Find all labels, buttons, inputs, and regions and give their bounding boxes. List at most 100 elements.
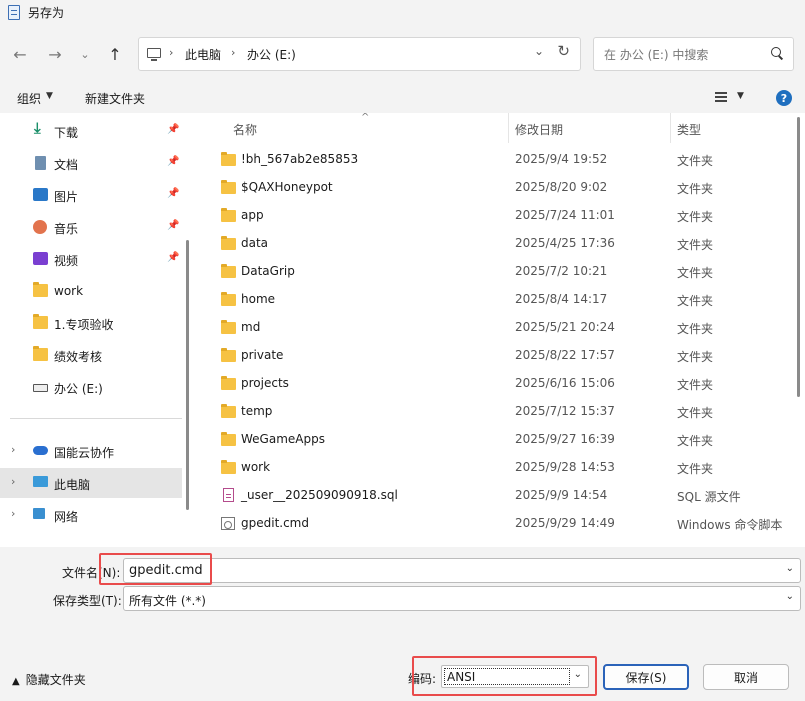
forward-arrow-icon[interactable]: → [42, 41, 68, 67]
sidebar-item-performance-review[interactable]: 绩效考核 [0, 340, 182, 370]
sort-ascending-icon: ^ [361, 113, 370, 123]
file-row[interactable]: _user__202509090918.sql 2025/9/9 14:54 S… [198, 482, 796, 510]
sql-file-icon [223, 488, 234, 502]
chevron-down-icon[interactable]: ⌄ [786, 591, 794, 602]
folder-icon [221, 208, 236, 222]
save-button[interactable]: 保存(S) [603, 664, 689, 690]
recent-locations-chevron-icon[interactable]: ⌄ [72, 41, 98, 67]
column-header-date[interactable]: 修改日期 [515, 121, 563, 138]
folder-icon [221, 152, 236, 166]
sidebar-item-videos[interactable]: 视频 📌 [0, 244, 182, 274]
file-type: Windows 命令脚本 [677, 518, 783, 532]
chevron-down-icon[interactable]: ⌄ [786, 563, 794, 574]
sidebar-tree-network[interactable]: › 网络 [0, 500, 182, 530]
caret-down-icon[interactable]: ▼ [46, 91, 53, 101]
sidebar-scrollbar[interactable] [186, 240, 189, 510]
sidebar-tree-this-pc[interactable]: › 此电脑 [0, 468, 182, 498]
sidebar-item-label: 1.专项验收 [54, 318, 114, 332]
folder-icon [221, 292, 236, 306]
file-type: 文件夹 [677, 434, 714, 448]
caret-down-icon[interactable]: ▼ [737, 91, 744, 101]
breadcrumb-drive-e[interactable]: 办公 (E:) [247, 46, 296, 63]
search-input[interactable]: 在 办公 (E:) 中搜索 [593, 37, 794, 71]
address-dropdown-chevron-icon[interactable]: ⌄ [534, 44, 544, 58]
pin-icon[interactable]: 📌 [167, 188, 179, 199]
window-title: 另存为 [28, 6, 65, 20]
refresh-icon[interactable]: ↻ [557, 42, 570, 60]
sidebar-item-label: 网络 [54, 510, 79, 524]
command-toolbar: 组织 ▼ 新建文件夹 ▼ ? [0, 84, 805, 113]
sidebar-item-label: 音乐 [54, 222, 79, 236]
file-row[interactable]: WeGameApps 2025/9/27 16:39 文件夹 [198, 426, 796, 454]
folder-icon [33, 314, 48, 329]
folder-icon [221, 236, 236, 250]
hide-folders-toggle[interactable]: ▲ 隐藏文件夹 [12, 671, 86, 688]
file-row[interactable]: private 2025/8/22 17:57 文件夹 [198, 342, 796, 370]
breadcrumb-this-pc[interactable]: 此电脑 [185, 46, 221, 63]
file-row[interactable]: DataGrip 2025/7/2 10:21 文件夹 [198, 258, 796, 286]
file-row[interactable]: gpedit.cmd 2025/9/29 14:49 Windows 命令脚本 [198, 510, 796, 538]
new-folder-button[interactable]: 新建文件夹 [85, 90, 145, 107]
folder-icon [221, 320, 236, 334]
column-separator[interactable] [508, 113, 509, 143]
file-list: ^ 名称 修改日期 类型 !bh_567ab2e85853 2025/9/4 1… [198, 113, 805, 547]
file-row[interactable]: home 2025/8/4 14:17 文件夹 [198, 286, 796, 314]
column-header-name[interactable]: 名称 [233, 121, 257, 138]
file-name: md [241, 320, 261, 334]
sidebar-item-downloads[interactable]: ⤓ 下载 📌 [0, 116, 182, 146]
address-bar[interactable]: › 此电脑 › 办公 (E:) ⌄ ↻ [138, 37, 581, 71]
folder-icon [221, 180, 236, 194]
folder-icon [221, 264, 236, 278]
column-header-type[interactable]: 类型 [677, 121, 701, 138]
filename-field[interactable]: gpedit.cmd ⌄ [123, 558, 801, 583]
file-name: gpedit.cmd [241, 516, 309, 530]
pin-icon[interactable]: 📌 [167, 156, 179, 167]
pin-icon[interactable]: 📌 [167, 220, 179, 231]
file-name: WeGameApps [241, 432, 325, 446]
file-row[interactable]: work 2025/9/28 14:53 文件夹 [198, 454, 796, 482]
back-arrow-icon[interactable]: ← [7, 41, 33, 67]
pin-icon[interactable]: 📌 [167, 252, 179, 263]
file-row[interactable]: !bh_567ab2e85853 2025/9/4 19:52 文件夹 [198, 146, 796, 174]
sidebar-item-pictures[interactable]: 图片 📌 [0, 180, 182, 210]
sidebar-item-music[interactable]: 音乐 📌 [0, 212, 182, 242]
filetype-select[interactable]: 所有文件 (*.*) ⌄ [123, 586, 801, 611]
drive-icon [33, 384, 48, 392]
chevron-right-icon[interactable]: › [11, 443, 15, 456]
chevron-right-icon[interactable]: › [11, 507, 15, 520]
sidebar-tree-cloud-collab[interactable]: › 国能云协作 [0, 436, 182, 466]
column-separator[interactable] [670, 113, 671, 143]
music-icon [33, 220, 47, 234]
sidebar-item-label: work [54, 284, 84, 298]
folder-icon [221, 432, 236, 446]
file-date: 2025/9/4 19:52 [515, 152, 608, 166]
file-list-scrollbar[interactable] [797, 117, 800, 397]
sidebar-item-special-acceptance[interactable]: 1.专项验收 [0, 308, 182, 338]
file-row[interactable]: data 2025/4/25 17:36 文件夹 [198, 230, 796, 258]
file-row[interactable]: $QAXHoneypot 2025/8/20 9:02 文件夹 [198, 174, 796, 202]
cancel-button[interactable]: 取消 [703, 664, 789, 690]
sidebar-item-drive-e[interactable]: 办公 (E:) [0, 372, 182, 402]
filetype-label: 保存类型(T): [53, 594, 122, 608]
organize-menu-button[interactable]: 组织 [17, 90, 41, 107]
view-options-icon[interactable] [715, 92, 727, 102]
chevron-right-icon[interactable]: › [11, 475, 15, 488]
breadcrumb-separator-icon[interactable]: › [231, 46, 235, 59]
file-name: !bh_567ab2e85853 [241, 152, 359, 166]
file-type: 文件夹 [677, 154, 714, 168]
notepad-icon [8, 5, 20, 20]
file-row[interactable]: app 2025/7/24 11:01 文件夹 [198, 202, 796, 230]
file-row[interactable]: projects 2025/6/16 15:06 文件夹 [198, 370, 796, 398]
help-icon[interactable]: ? [776, 90, 792, 106]
sidebar-item-work[interactable]: work [0, 276, 182, 306]
title-bar: 另存为 [0, 0, 805, 26]
sidebar-item-documents[interactable]: 文档 📌 [0, 148, 182, 178]
up-arrow-icon[interactable]: ↑ [102, 41, 128, 67]
file-row[interactable]: temp 2025/7/12 15:37 文件夹 [198, 398, 796, 426]
highlight-box [99, 553, 212, 585]
video-icon [33, 252, 48, 265]
breadcrumb-separator-icon[interactable]: › [169, 46, 173, 59]
pin-icon[interactable]: 📌 [167, 124, 179, 135]
file-row[interactable]: md 2025/5/21 20:24 文件夹 [198, 314, 796, 342]
search-icon[interactable] [771, 47, 783, 59]
